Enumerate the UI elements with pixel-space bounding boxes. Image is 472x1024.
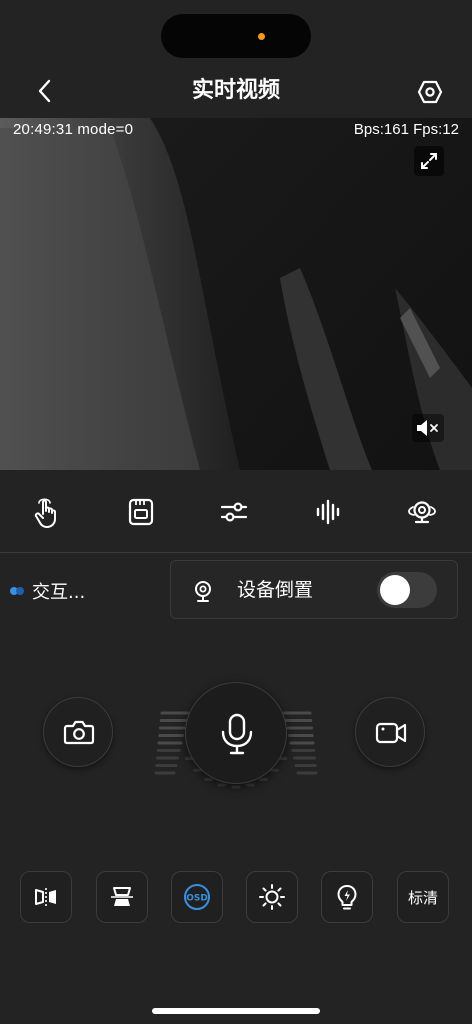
osd-icon-text: OSD (186, 894, 208, 904)
light-bulb-icon (337, 885, 357, 910)
live-video-view[interactable]: 20:49:31 mode=0 Bps:161 Fps:12 (0, 118, 472, 470)
section-divider (0, 552, 472, 553)
audio-button[interactable] (310, 494, 346, 530)
sound-wave-icon (316, 499, 340, 525)
device-flip-toggle[interactable] (377, 572, 437, 608)
flip-vertical-icon (111, 887, 133, 906)
fullscreen-button[interactable] (414, 146, 444, 176)
brightness-button[interactable] (246, 871, 298, 923)
mute-button[interactable] (412, 414, 444, 442)
video-camera-icon (375, 722, 407, 744)
sliders-icon (220, 502, 248, 522)
dynamic-island (161, 14, 311, 58)
settings-button[interactable] (414, 77, 446, 107)
interaction-tab[interactable]: 交互... (8, 577, 85, 605)
privacy-indicator-dot (258, 33, 265, 40)
toggle-knob (380, 575, 410, 605)
quality-label: 标清 (407, 888, 438, 907)
interaction-dots-icon (10, 587, 24, 595)
sd-card-button[interactable] (123, 494, 159, 530)
page-title: 实时视频 (191, 78, 280, 103)
ptz-button[interactable] (404, 494, 440, 530)
osd-button[interactable]: OSD (171, 871, 223, 923)
sd-card-icon (128, 498, 154, 526)
device-flip-label: 设备倒置 (237, 579, 314, 601)
camera-icon (63, 720, 95, 745)
speaker-muted-icon (417, 420, 438, 436)
mirror-icon (35, 888, 56, 906)
interaction-label: 交互... (32, 582, 86, 603)
video-frame (0, 118, 472, 470)
mirror-button[interactable] (20, 871, 72, 923)
osd-icon: OSD (184, 884, 210, 910)
touch-control-button[interactable] (29, 494, 65, 530)
home-indicator (152, 1008, 320, 1014)
function-toolbar (0, 470, 472, 552)
expand-icon (421, 153, 437, 169)
hexagon-gear-icon (417, 80, 443, 104)
touch-hand-icon (34, 498, 56, 528)
quality-button[interactable]: 标清 (397, 871, 449, 923)
device-camera-icon (195, 581, 211, 602)
record-button[interactable] (355, 697, 425, 767)
snapshot-button[interactable] (43, 697, 113, 767)
image-settings-button[interactable] (216, 494, 252, 530)
osd-stats: Bps:161 Fps:12 (353, 121, 459, 138)
osd-timestamp: 20:49:31 mode=0 (13, 121, 134, 138)
light-button[interactable] (321, 871, 373, 923)
ptz-camera-icon (408, 501, 436, 524)
talk-button[interactable] (185, 682, 287, 784)
brightness-icon (259, 884, 285, 910)
flip-vertical-button[interactable] (96, 871, 148, 923)
device-flip-panel: 设备倒置 (170, 560, 458, 619)
microphone-icon (221, 713, 253, 755)
